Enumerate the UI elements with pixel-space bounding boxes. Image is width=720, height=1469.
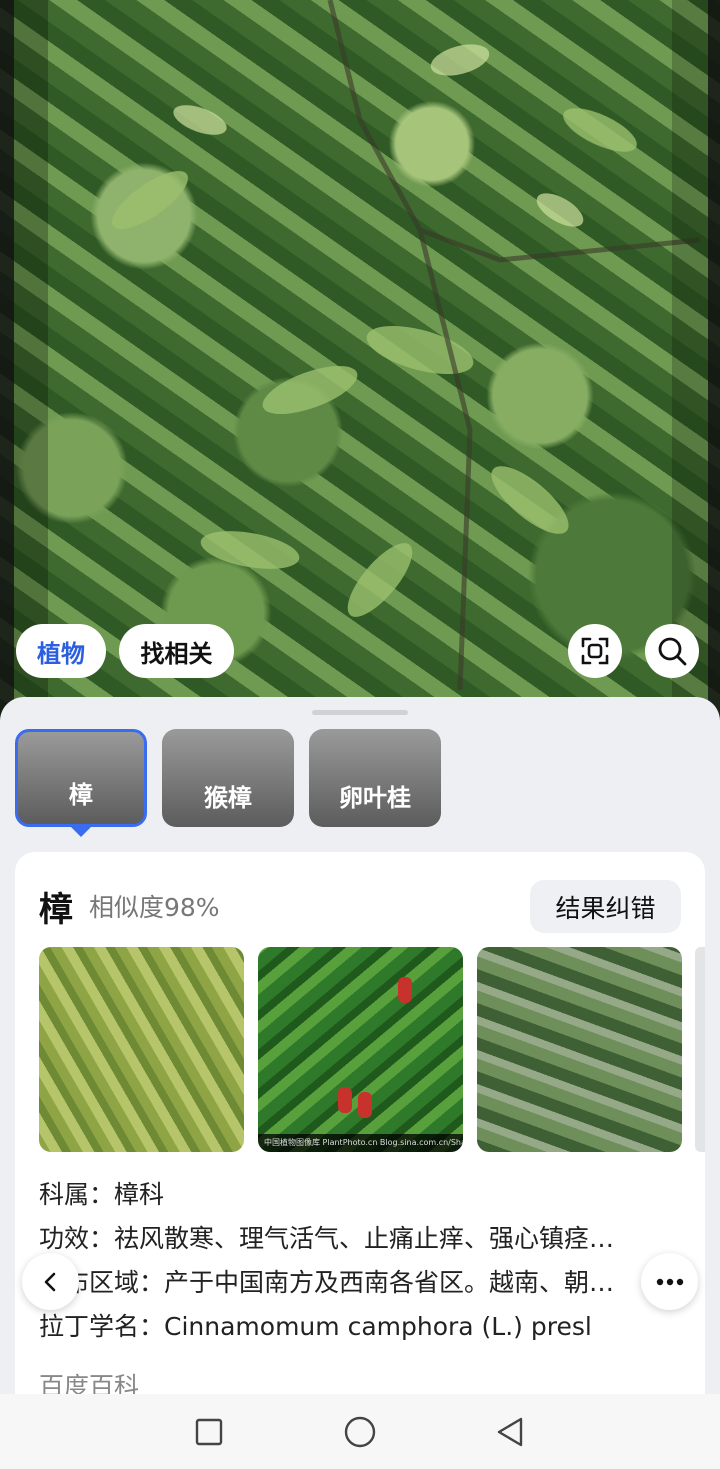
candidate-label: 卵叶桂: [339, 784, 411, 812]
scan-button[interactable]: [568, 624, 622, 678]
photo-edge-right: [708, 0, 720, 720]
search-icon: [658, 637, 687, 666]
source-link[interactable]: 百度百科: [39, 1367, 139, 1394]
info-value: Cinnamomum camphora (L.) presl: [164, 1312, 592, 1341]
more-dots-icon: [656, 1278, 683, 1285]
result-image-3[interactable]: [477, 947, 682, 1152]
info-label: 拉丁学名：: [39, 1312, 165, 1341]
candidate-tab-1[interactable]: 樟: [15, 729, 147, 827]
similarity-score: 相似度98%: [89, 893, 220, 922]
system-nav-bar: [0, 1394, 720, 1469]
leaf-texture: [112, 0, 701, 691]
triangle-back-icon: [497, 1417, 523, 1447]
plant-photo: [0, 0, 720, 720]
scan-frame-icon: [581, 637, 609, 665]
info-value: 樟科: [114, 1180, 165, 1209]
circle-icon: [344, 1416, 376, 1448]
candidate-label: 樟: [69, 781, 93, 809]
photo-shade-left: [14, 0, 48, 700]
info-value: 祛风散寒、理气活气、止痛止痒、强心镇痉…: [114, 1224, 615, 1253]
find-related-chip[interactable]: 找相关: [119, 624, 234, 678]
report-error-button[interactable]: 结果纠错: [530, 880, 681, 933]
info-distribution: 分布区域：产于中国南方及西南各省区。越南、朝…: [39, 1263, 659, 1299]
recent-apps-button[interactable]: [189, 1412, 229, 1452]
back-nav-button[interactable]: [490, 1412, 530, 1452]
result-card: 樟 相似度98% 结果纠错 中国植物图像库 PlantPhoto.cn Blog…: [15, 852, 705, 1394]
square-icon: [195, 1418, 223, 1446]
info-value: 产于中国南方及西南各省区。越南、朝…: [164, 1268, 615, 1297]
red-leaf: [398, 977, 412, 1003]
plant-name: 樟: [39, 890, 73, 930]
image-watermark: 中国植物图像库 PlantPhoto.cn Blog.sina.com.cn/S…: [258, 1134, 463, 1152]
photo-shade-right: [672, 0, 708, 700]
info-label: 功效：: [39, 1224, 115, 1253]
photo-edge-left: [0, 0, 14, 720]
info-efficacy: 功效：祛风散寒、理气活气、止痛止痒、强心镇痉…: [39, 1219, 659, 1255]
search-button[interactable]: [645, 624, 699, 678]
drag-handle[interactable]: [312, 710, 408, 715]
info-latin-name: 拉丁学名：Cinnamomum camphora (L.) presl: [39, 1307, 592, 1343]
candidate-tab-3[interactable]: 卵叶桂: [309, 729, 441, 827]
info-label: 科属：: [39, 1180, 115, 1209]
selected-indicator: [71, 827, 91, 837]
back-button[interactable]: [22, 1253, 79, 1310]
more-button[interactable]: [641, 1253, 698, 1310]
red-leaf: [358, 1092, 372, 1118]
home-button[interactable]: [340, 1412, 380, 1452]
red-leaf: [338, 1087, 352, 1113]
result-sheet: 樟 猴樟 卵叶桂 樟 相似度98% 结果纠错 中国植物图像库 PlantPhot…: [0, 697, 720, 1394]
candidate-tab-2[interactable]: 猴樟: [162, 729, 294, 827]
chevron-left-icon: [44, 1272, 55, 1291]
result-image-more[interactable]: [695, 947, 705, 1152]
candidate-label: 猴樟: [204, 784, 252, 812]
result-image-2[interactable]: 中国植物图像库 PlantPhoto.cn Blog.sina.com.cn/S…: [258, 947, 463, 1152]
result-image-1[interactable]: [39, 947, 244, 1152]
category-chip-plant[interactable]: 植物: [16, 624, 106, 678]
info-family: 科属：樟科: [39, 1175, 164, 1211]
